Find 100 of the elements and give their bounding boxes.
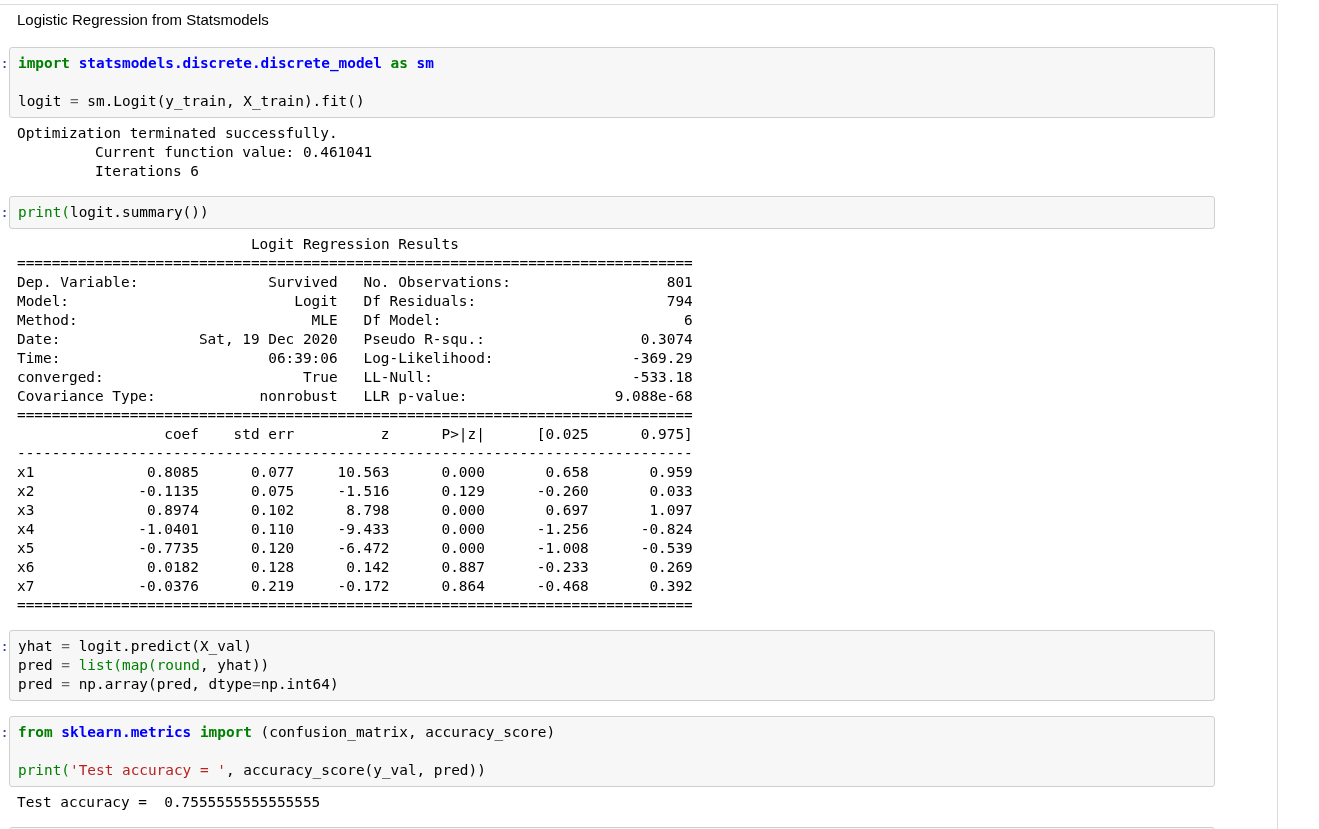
table-cell-text: 8.798: [345, 501, 390, 520]
table-cell-text: 0.658: [544, 463, 589, 482]
output-line: Iterations 6: [93, 162, 199, 181]
row-label: x3: [17, 501, 36, 520]
column-header: P>|z|: [440, 425, 485, 444]
table-cell-text: -1.008: [535, 539, 589, 558]
table-cell-text: -1.0401: [137, 520, 199, 539]
info-label: Dep. Variable:: [17, 273, 139, 292]
table-cell-text: 0.8974: [145, 501, 199, 520]
table-cell-text: -0.233: [535, 558, 589, 577]
table-cell-text: -1.256: [535, 520, 589, 539]
summary-title: Logit Regression Results: [250, 236, 459, 252]
cell-prompt: :: [0, 54, 9, 73]
row-label: x7: [17, 577, 36, 596]
row-label: x4: [17, 520, 36, 539]
info-value: -369.29: [632, 349, 693, 368]
code-input[interactable]: import statsmodels.discrete.discrete_model as sm logit = sm.Logit(y_train, X_train).fit(): [9, 47, 1215, 118]
column-header: [0.025: [535, 425, 589, 444]
code-input[interactable]: print(logit.summary()): [9, 196, 1215, 229]
column-header: 0.975]: [639, 425, 693, 444]
row-label: x6: [17, 558, 36, 577]
table-cell-text: -0.172: [336, 577, 390, 596]
info-label: Log-Likelihood:: [363, 349, 494, 368]
table-cell-text: 0.142: [345, 558, 390, 577]
table-cell-text: 0.077: [249, 463, 295, 482]
code-input[interactable]: yhat = logit.predict(X_val) pred = list(map(round, yhat)) pred = np.array(pred, dtype=np.int64): [9, 630, 1215, 701]
info-label: Model:: [17, 292, 69, 311]
cell-prompt: :: [0, 637, 9, 656]
code-line: import statsmodels.discrete.discrete_model as sm: [18, 54, 435, 73]
table-cell-text: -0.1135: [137, 482, 199, 501]
table-cell-text: 0.8085: [145, 463, 199, 482]
code-line: print('Test accuracy = ', accuracy_score(y_val, pred)): [18, 761, 487, 780]
code-line: print(logit.summary()): [18, 203, 210, 222]
table-cell-text: 0.000: [440, 520, 485, 539]
output-line: Test accuracy = 0.7555555555555555: [17, 793, 321, 812]
table-cell-text: 0.075: [249, 482, 295, 501]
cell-prompt: :: [0, 723, 9, 742]
table-cell-text: -0.260: [535, 482, 589, 501]
info-value: 794: [666, 292, 693, 311]
table-cell-text: 0.219: [249, 577, 295, 596]
table-cell-text: 0.128: [249, 558, 295, 577]
table-cell-text: -6.472: [336, 539, 390, 558]
code-input[interactable]: from sklearn.metrics import (confusion_matrix, accuracy_score) print('Test accuracy = ', accuracy_score(y_val, pred)): [9, 716, 1215, 787]
table-cell-text: 0.269: [648, 558, 693, 577]
table-cell-text: -0.0376: [137, 577, 199, 596]
table-cell-text: 0.887: [440, 558, 485, 577]
table-cell-text: 0.000: [440, 501, 485, 520]
separator-line: ==============================================================================: [17, 597, 693, 613]
column-header: z: [379, 425, 390, 444]
info-label: Covariance Type:: [17, 387, 156, 406]
info-label: Df Residuals:: [363, 292, 477, 311]
info-label: Df Model:: [363, 311, 442, 330]
info-value: 0.3074: [640, 330, 693, 349]
table-cell-text: 10.563: [336, 463, 390, 482]
row-label: x1: [17, 463, 36, 482]
table-cell-text: -0.468: [535, 577, 589, 596]
table-cell-text: 0.959: [648, 463, 693, 482]
info-label: Date:: [17, 330, 61, 349]
info-value: True: [302, 368, 338, 387]
column-header: std err: [232, 425, 295, 444]
info-label: LLR p-value:: [363, 387, 468, 406]
info-label: Time:: [17, 349, 61, 368]
table-cell-text: 1.097: [648, 501, 693, 520]
table-cell-text: -9.433: [336, 520, 390, 539]
info-value: Logit: [294, 292, 338, 311]
info-value: nonrobust: [259, 387, 338, 406]
table-cell-text: -0.539: [639, 539, 693, 558]
info-value: Survived: [268, 273, 338, 292]
info-label: Pseudo R-squ.:: [363, 330, 485, 349]
code-line: pred = np.array(pred, dtype=np.int64): [18, 675, 340, 694]
code-line: yhat = logit.predict(X_val): [18, 637, 253, 656]
table-cell-text: 0.0182: [145, 558, 199, 577]
info-value: 9.088e-68: [614, 387, 693, 406]
table-cell-text: -1.516: [336, 482, 390, 501]
separator-line: ==============================================================================: [17, 255, 693, 271]
output-line: Current function value: 0.461041: [93, 143, 373, 162]
info-value: 6: [684, 311, 693, 330]
separator-line: ------------------------------------------------------------------------------: [17, 445, 693, 461]
column-header: coef: [163, 425, 199, 444]
code-line: from sklearn.metrics import (confusion_matrix, accuracy_score): [18, 723, 557, 742]
info-value: 801: [666, 273, 693, 292]
table-cell-text: 0.110: [249, 520, 295, 539]
cell-prompt: :: [0, 203, 9, 222]
info-label: No. Observations:: [363, 273, 511, 292]
info-value: 06:39:06: [268, 349, 338, 368]
info-value: MLE: [311, 311, 338, 330]
row-label: x5: [17, 539, 36, 558]
markdown-heading: Logistic Regression from Statsmodels: [16, 10, 270, 29]
table-cell-text: 0.000: [440, 463, 485, 482]
info-label: Method:: [17, 311, 78, 330]
separator-line: ==============================================================================: [17, 407, 693, 423]
table-cell-text: -0.7735: [137, 539, 199, 558]
output-line: Optimization terminated successfully.: [17, 124, 338, 143]
table-cell-text: 0.864: [440, 577, 485, 596]
table-cell-text: 0.129: [440, 482, 485, 501]
info-value: -533.18: [632, 368, 693, 387]
row-label: x2: [17, 482, 36, 501]
info-label: LL-Null:: [363, 368, 433, 387]
code-line: pred = list(map(round, yhat)): [18, 656, 271, 675]
table-cell-text: 0.033: [648, 482, 693, 501]
